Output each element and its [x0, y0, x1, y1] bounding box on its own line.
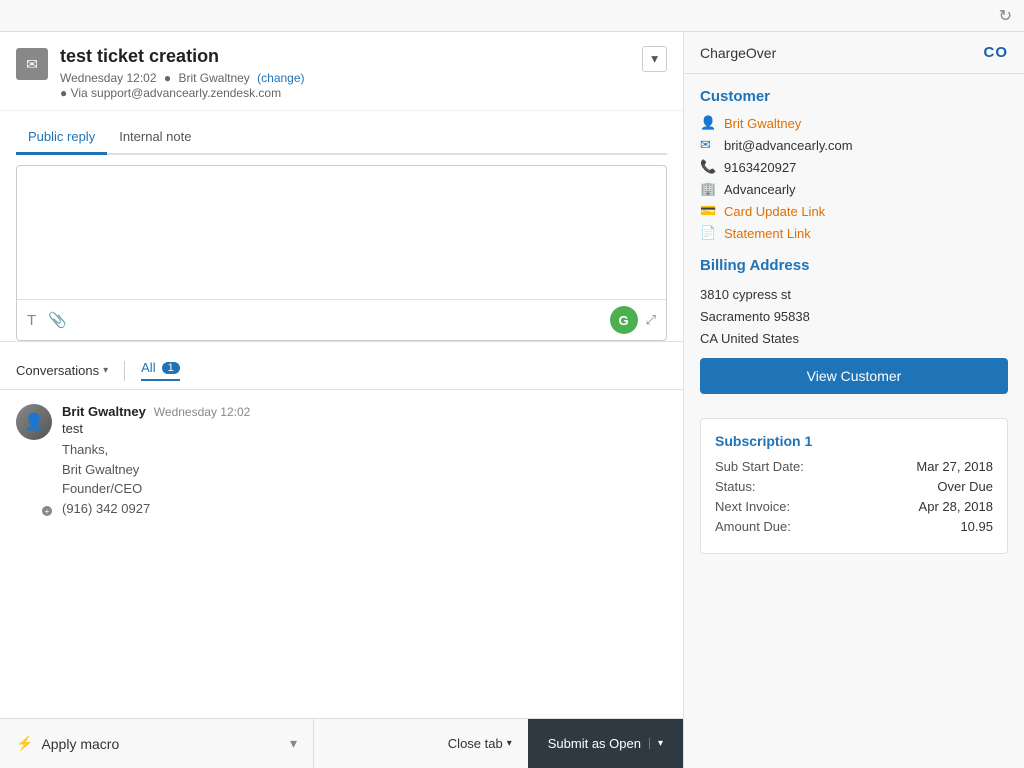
card-icon: 💳: [700, 203, 716, 219]
expand-icon[interactable]: ⤢: [646, 312, 656, 328]
format-text-icon[interactable]: T: [27, 312, 36, 329]
close-tab-label: Close tab: [448, 736, 503, 751]
billing-address: 3810 cypress st Sacramento 95838 CA Unit…: [700, 284, 1008, 350]
customer-phone-row: 📞 9163420927: [700, 159, 1008, 175]
statement-link[interactable]: Statement Link: [724, 226, 811, 241]
bottom-right-actions: Close tab ▾ Submit as Open ▾: [432, 719, 683, 768]
conversations-chevron: ▾: [103, 365, 108, 376]
submit-label: Submit as Open: [548, 736, 641, 751]
apply-macro-button[interactable]: ⚡ Apply macro ▾: [0, 719, 314, 768]
customer-phone: 9163420927: [724, 160, 796, 175]
right-panel-content: Customer 👤 Brit Gwaltney ✉ brit@advancea…: [684, 74, 1024, 570]
conversation-subject: test: [62, 421, 667, 436]
all-tab-label: All: [141, 360, 155, 375]
view-customer-button[interactable]: View Customer: [700, 358, 1008, 394]
right-panel: ChargeOver CO Customer 👤 Brit Gwaltney ✉…: [684, 32, 1024, 768]
customer-name-row: 👤 Brit Gwaltney: [700, 115, 1008, 131]
submit-chevron: ▾: [649, 738, 663, 749]
conversation-author: Brit Gwaltney: [62, 404, 146, 419]
sub-start-row: Sub Start Date: Mar 27, 2018: [715, 459, 993, 474]
tab-all[interactable]: All 1: [141, 360, 180, 381]
building-icon: 🏢: [700, 181, 716, 197]
tab-internal-note[interactable]: Internal note: [107, 121, 203, 155]
chargeover-title: ChargeOver: [700, 45, 776, 61]
sub-next-invoice-row: Next Invoice: Apr 28, 2018: [715, 499, 993, 514]
billing-line2: Sacramento 95838: [700, 306, 1008, 328]
sub-status-row: Status: Over Due: [715, 479, 993, 494]
conversation-body: Brit Gwaltney Wednesday 12:02 test Thank…: [62, 404, 667, 518]
attach-icon[interactable]: 📎: [48, 311, 67, 329]
reply-section: Public reply Internal note T 📎 G ⤢: [0, 111, 683, 342]
via-text: ● Via support@advancearly.zendesk.com: [60, 86, 281, 100]
bolt-icon: ⚡: [16, 735, 33, 752]
sub-amount-due-row: Amount Due: 10.95: [715, 519, 993, 534]
subscription-title: Subscription 1: [715, 433, 993, 449]
compose-tools: T 📎: [27, 311, 67, 329]
submit-button[interactable]: Submit as Open ▾: [528, 719, 683, 768]
compose-toolbar: T 📎 G ⤢: [17, 299, 666, 340]
all-tab-badge: 1: [162, 362, 180, 374]
customer-name-link[interactable]: Brit Gwaltney: [724, 116, 801, 131]
card-update-link[interactable]: Card Update Link: [724, 204, 825, 219]
status-label: Status:: [715, 479, 755, 494]
bottom-bar: ⚡ Apply macro ▾ Close tab ▾ Submit as Op…: [0, 718, 683, 768]
ticket-meta: Wednesday 12:02 ● Brit Gwaltney (change): [60, 71, 305, 85]
apply-macro-label: Apply macro: [41, 736, 119, 752]
reply-compose-box: T 📎 G ⤢: [16, 165, 667, 341]
next-invoice-label: Next Invoice:: [715, 499, 790, 514]
billing-section: Billing Address 3810 cypress st Sacramen…: [700, 257, 1008, 402]
customer-email: brit@advancearly.com: [724, 138, 853, 153]
conversations-bar: Conversations ▾ All 1: [0, 352, 683, 390]
refresh-icon[interactable]: ↻: [999, 6, 1012, 26]
next-invoice-value: Apr 28, 2018: [919, 499, 993, 514]
card-update-link-row: 💳 Card Update Link: [700, 203, 1008, 219]
sub-start-value: Mar 27, 2018: [916, 459, 993, 474]
chargeover-header: ChargeOver CO: [684, 32, 1024, 74]
conversation-list: 👤 + Brit Gwaltney Wednesday 12:02 test T…: [0, 390, 683, 718]
reply-tabs: Public reply Internal note: [16, 121, 667, 155]
email-icon: ✉: [700, 137, 716, 153]
conversations-divider: [124, 361, 125, 381]
compose-textarea[interactable]: [17, 166, 666, 296]
billing-line3: CA United States: [700, 328, 1008, 350]
list-item: 👤 + Brit Gwaltney Wednesday 12:02 test T…: [16, 404, 667, 518]
co-logo: CO: [984, 44, 1009, 61]
sub-start-label: Sub Start Date:: [715, 459, 804, 474]
customer-section: Customer 👤 Brit Gwaltney ✉ brit@advancea…: [700, 88, 1008, 241]
amount-due-value: 10.95: [960, 519, 993, 534]
avatar-wrap: 👤 +: [16, 404, 52, 518]
person-icon: 👤: [700, 115, 716, 131]
conversations-label: Conversations: [16, 363, 99, 378]
status-value: Over Due: [937, 479, 993, 494]
phone-icon: 📞: [700, 159, 716, 175]
customer-company: Advancearly: [724, 182, 796, 197]
statement-link-row: 📄 Statement Link: [700, 225, 1008, 241]
close-tab-chevron: ▾: [507, 738, 512, 749]
macro-chevron: ▾: [290, 735, 297, 752]
avatar-badge: +: [40, 504, 54, 518]
conversation-header: Brit Gwaltney Wednesday 12:02: [62, 404, 667, 419]
avatar: 👤: [16, 404, 52, 440]
statement-icon: 📄: [700, 225, 716, 241]
conversation-text: Thanks, Brit Gwaltney Founder/CEO (916) …: [62, 440, 667, 518]
billing-line1: 3810 cypress st: [700, 284, 1008, 306]
amount-due-label: Amount Due:: [715, 519, 791, 534]
billing-section-title: Billing Address: [700, 257, 1008, 274]
customer-email-row: ✉ brit@advancearly.com: [700, 137, 1008, 153]
ticket-header: ✉ test ticket creation Wednesday 12:02 ●…: [0, 32, 683, 111]
conversations-button[interactable]: Conversations ▾: [16, 363, 108, 378]
ticket-title: test ticket creation: [60, 46, 305, 67]
ticket-type-icon: ✉: [16, 48, 48, 80]
customer-section-title: Customer: [700, 88, 1008, 105]
customer-company-row: 🏢 Advancearly: [700, 181, 1008, 197]
conversation-time: Wednesday 12:02: [154, 405, 251, 419]
close-tab-button[interactable]: Close tab ▾: [432, 719, 528, 768]
tab-public-reply[interactable]: Public reply: [16, 121, 107, 155]
ticket-dropdown-button[interactable]: ▾: [642, 46, 667, 72]
g-icon[interactable]: G: [610, 306, 638, 334]
subscription-card: Subscription 1 Sub Start Date: Mar 27, 2…: [700, 418, 1008, 554]
